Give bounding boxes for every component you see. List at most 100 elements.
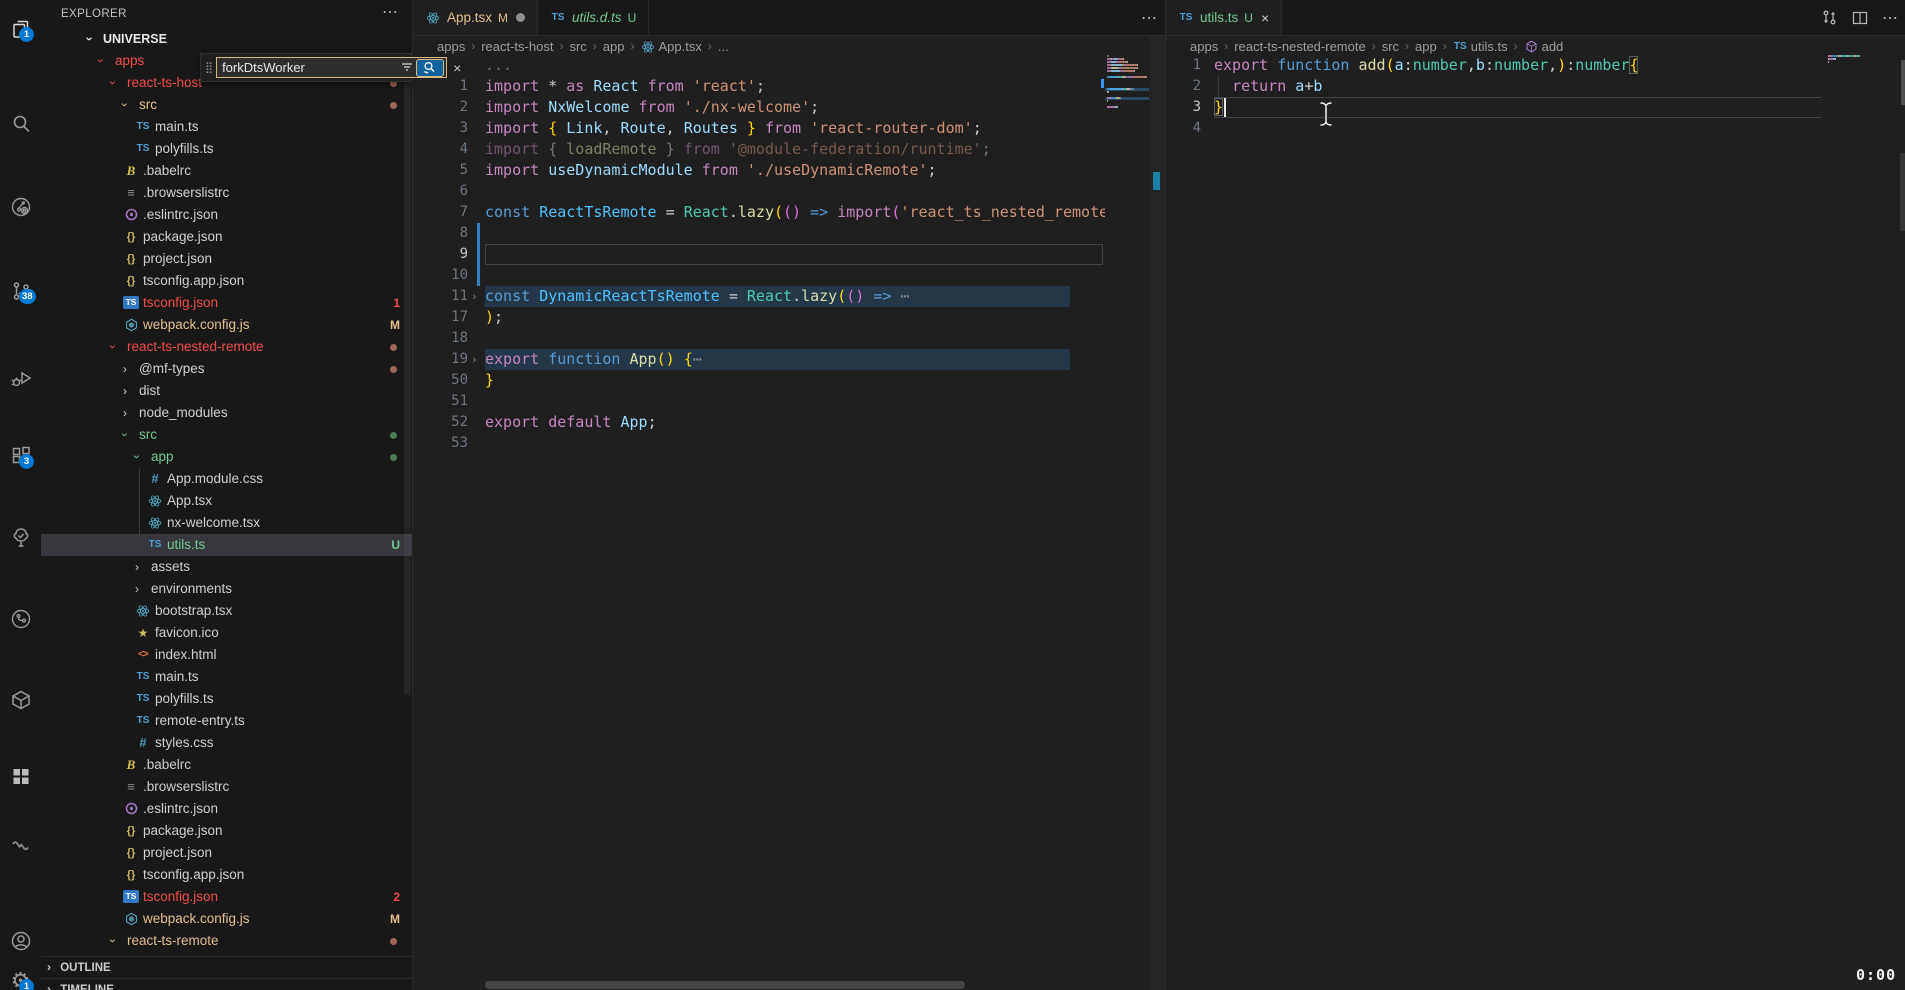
tree-item-assets[interactable]: ›assets <box>41 556 412 578</box>
tree-item-project.json[interactable]: {}project.json <box>41 842 412 864</box>
grid-activity-item[interactable] <box>0 756 41 796</box>
code-editor[interactable]: 1export function add(a:number,b:number,)… <box>1166 0 1905 990</box>
tree-item-package.json[interactable]: {}package.json <box>41 226 412 248</box>
code-line[interactable]: import NxWelcome from './nx-welcome'; <box>485 97 1105 118</box>
tree-item-tsconfig.json[interactable]: TStsconfig.json1 <box>41 292 412 314</box>
git-graph-activity-item[interactable] <box>0 599 41 639</box>
tree-item-main.ts[interactable]: TSmain.ts <box>41 116 412 138</box>
tree-item-.babelrc[interactable]: B.babelrc <box>41 754 412 776</box>
tree-item-webpack.config.js[interactable]: webpack.config.jsM <box>41 908 412 930</box>
tree-item-bootstrap.tsx[interactable]: bootstrap.tsx <box>41 600 412 622</box>
code-line[interactable] <box>485 328 1105 349</box>
tree-item-App.tsx[interactable]: App.tsx <box>41 490 412 512</box>
testing-tree-activity-item[interactable] <box>0 517 41 557</box>
code-token: } <box>485 371 494 389</box>
tree-item-src[interactable]: ›src <box>41 424 412 446</box>
code-line[interactable]: import * as React from 'react'; <box>485 76 1105 97</box>
star-file-icon: ★ <box>135 622 151 644</box>
code-line[interactable] <box>485 223 1105 244</box>
tree-item-App.module.css[interactable]: #App.module.css <box>41 468 412 490</box>
tree-item-tsconfig.app.json[interactable]: {}tsconfig.app.json <box>41 864 412 886</box>
code-line[interactable] <box>485 391 1105 412</box>
code-line[interactable]: ... <box>485 55 1105 76</box>
account-activity-item[interactable] <box>0 921 41 961</box>
tree-item-tsconfig.json[interactable]: TStsconfig.json2 <box>41 886 412 908</box>
tree-item-project.json[interactable]: {}project.json <box>41 248 412 270</box>
tree-item-nx-welcome.tsx[interactable]: nx-welcome.tsx <box>41 512 412 534</box>
code-token: Link <box>566 119 602 137</box>
tree-item-react-ts-remote[interactable]: ›react-ts-remote <box>41 930 412 952</box>
code-line[interactable]: } <box>1214 97 1821 118</box>
code-line[interactable] <box>485 265 1105 286</box>
code-line[interactable]: export default App; <box>485 412 1105 433</box>
cube-activity-item[interactable] <box>0 680 41 720</box>
tree-item-remote-entry.ts[interactable]: TSremote-entry.ts <box>41 710 412 732</box>
tree-item-.eslintrc.json[interactable]: .eslintrc.json <box>41 798 412 820</box>
code-line[interactable]: } <box>485 370 1105 391</box>
code-line[interactable]: ); <box>485 307 1105 328</box>
tree-item-UNIVERSE[interactable]: ›UNIVERSE <box>41 28 412 50</box>
tree-item-.babelrc[interactable]: B.babelrc <box>41 160 412 182</box>
sidebar-title: EXPLORER <box>61 8 127 20</box>
code-line[interactable]: import { loadRemote } from '@module-fede… <box>485 139 1105 160</box>
code-token: lazy <box>801 287 837 305</box>
explorer-activity-item[interactable]: 1 <box>0 9 41 49</box>
drag-grip-icon[interactable]: ⣿ <box>205 61 213 74</box>
fold-chevron-icon[interactable]: › <box>471 349 478 370</box>
tree-item-polyfills.ts[interactable]: TSpolyfills.ts <box>41 138 412 160</box>
horizontal-scrollbar[interactable] <box>485 981 965 989</box>
project-graph-activity-item[interactable] <box>0 187 41 227</box>
code-line[interactable]: import useDynamicModule from './useDynam… <box>485 160 1105 181</box>
fold-chevron-icon[interactable]: › <box>471 286 478 307</box>
code-line[interactable]: export function App() {⋯ <box>485 349 1105 370</box>
filter-close-icon[interactable]: × <box>453 60 461 76</box>
code-line[interactable] <box>485 181 1105 202</box>
code-line[interactable]: const ReactTsRemote = React.lazy(() => i… <box>485 202 1105 223</box>
outline-section-header[interactable]: › OUTLINE <box>41 956 412 979</box>
tree-item-node_modules[interactable]: ›node_modules <box>41 402 412 424</box>
tree-item-dist[interactable]: ›dist <box>41 380 412 402</box>
fuzzy-match-toggle[interactable] <box>416 59 444 77</box>
sidebar-scrollbar[interactable] <box>404 55 411 695</box>
filter-icon[interactable] <box>401 60 413 76</box>
code-line[interactable] <box>485 433 1105 454</box>
extensions-activity-item[interactable]: 3 <box>0 436 41 476</box>
tree-item-src[interactable]: ›src <box>41 94 412 116</box>
chevron-icon: › <box>114 433 136 437</box>
tree-item-@mf-types[interactable]: ›@mf-types <box>41 358 412 380</box>
code-token: { <box>548 119 566 137</box>
code-line[interactable]: return a+b <box>1214 76 1821 97</box>
code-line[interactable] <box>1214 118 1821 139</box>
tree-item-styles.css[interactable]: #styles.css <box>41 732 412 754</box>
settings-activity-item[interactable]: ⚙1 <box>0 961 41 990</box>
tree-item-index.html[interactable]: <>index.html <box>41 644 412 666</box>
waves-activity-item[interactable] <box>0 825 41 865</box>
code-editor[interactable]: ...1import * as React from 'react';2impo… <box>413 0 1165 990</box>
minimap-modified-tick <box>1101 85 1104 88</box>
tree-item-.browserslistrc[interactable]: ≡.browserslistrc <box>41 182 412 204</box>
run-debug-activity-item[interactable] <box>0 358 41 398</box>
code-line[interactable]: const DynamicReactTsRemote = React.lazy(… <box>485 286 1105 307</box>
tree-item-tsconfig.app.json[interactable]: {}tsconfig.app.json <box>41 270 412 292</box>
sidebar-more-actions-icon[interactable]: ⋯ <box>382 2 398 22</box>
source-control-activity-item[interactable]: 38 <box>0 271 41 311</box>
tree-item-webpack.config.js[interactable]: webpack.config.jsM <box>41 314 412 336</box>
code-line[interactable]: export function add(a:number,b:number,):… <box>1214 55 1821 76</box>
timeline-section-header[interactable]: › TIMELINE <box>41 978 412 990</box>
tree-item-.eslintrc.json[interactable]: .eslintrc.json <box>41 204 412 226</box>
tree-item-.browserslistrc[interactable]: ≡.browserslistrc <box>41 776 412 798</box>
vertical-scrollbar[interactable] <box>1149 35 1164 990</box>
code-line[interactable] <box>485 244 1105 265</box>
tree-filter-input[interactable] <box>222 59 398 76</box>
vertical-scrollbar[interactable] <box>1899 35 1905 990</box>
search-activity-item[interactable] <box>0 104 41 144</box>
tree-item-environments[interactable]: ›environments <box>41 578 412 600</box>
tree-item-polyfills.ts[interactable]: TSpolyfills.ts <box>41 688 412 710</box>
tree-item-react-ts-nested-remote[interactable]: ›react-ts-nested-remote <box>41 336 412 358</box>
tree-item-app[interactable]: ›app <box>41 446 412 468</box>
code-line[interactable]: import { Link, Route, Routes } from 'rea… <box>485 118 1105 139</box>
tree-item-favicon.ico[interactable]: ★favicon.ico <box>41 622 412 644</box>
tree-item-utils.ts[interactable]: TSutils.tsU <box>41 534 412 556</box>
tree-item-main.ts[interactable]: TSmain.ts <box>41 666 412 688</box>
tree-item-package.json[interactable]: {}package.json <box>41 820 412 842</box>
